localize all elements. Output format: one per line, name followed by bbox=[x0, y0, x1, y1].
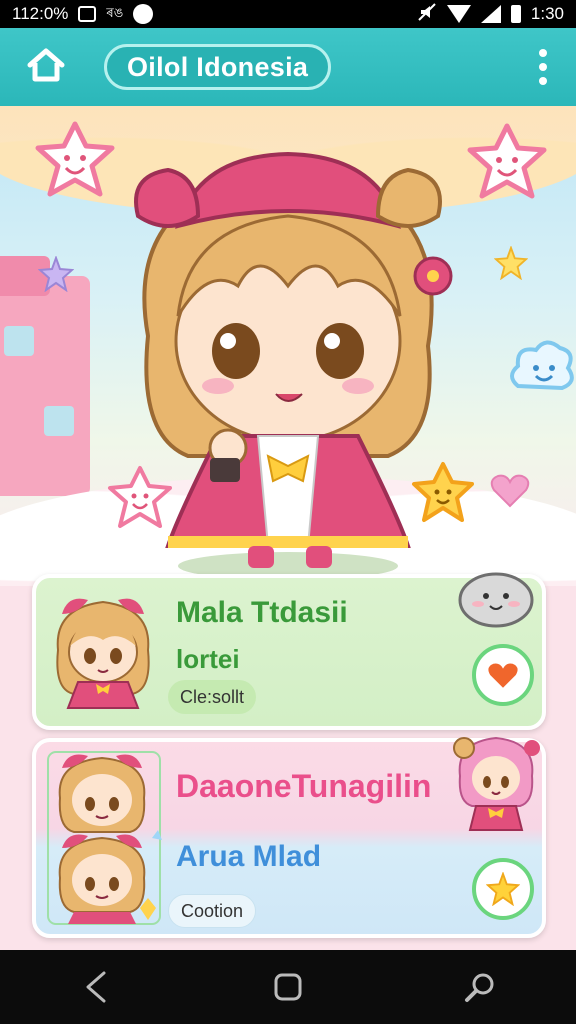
home-button[interactable] bbox=[18, 39, 74, 95]
star-icon bbox=[494, 246, 528, 280]
wifi-icon bbox=[446, 5, 471, 23]
more-vertical-icon-dot-3 bbox=[539, 77, 547, 85]
building-window bbox=[44, 406, 74, 436]
favorite-button[interactable] bbox=[472, 858, 534, 920]
smiling-cloud-icon bbox=[510, 340, 574, 391]
signal-icon bbox=[480, 5, 501, 23]
card-tag[interactable]: Cootion bbox=[168, 894, 257, 928]
chibi-girl-illustration bbox=[134, 151, 453, 576]
status-time-left: 112:0% bbox=[12, 4, 69, 23]
card-tag[interactable]: Cle:sollt bbox=[168, 680, 257, 714]
card-subtitle: lortei bbox=[176, 644, 240, 674]
system-nav-bar bbox=[0, 950, 576, 1024]
search-button[interactable] bbox=[450, 957, 510, 1017]
background-building bbox=[0, 256, 90, 496]
status-right: 1:30 bbox=[417, 2, 564, 27]
profile-card-1[interactable]: Mala Ttdasii lortei Cle:sollt bbox=[32, 572, 546, 730]
battery-icon bbox=[510, 5, 521, 23]
search-icon bbox=[465, 973, 494, 1002]
star-icon bbox=[486, 872, 520, 906]
circle-app-icon bbox=[133, 4, 154, 24]
app-header: Oilol Idonesia bbox=[0, 28, 576, 106]
mute-icon bbox=[417, 2, 437, 27]
status-left: 112:0% ৰঙ bbox=[12, 4, 154, 25]
pink-chibi-avatar bbox=[453, 736, 540, 831]
card-title: DaaoneTunagilin bbox=[176, 768, 432, 804]
smiling-star-icon bbox=[35, 121, 115, 197]
heart-icon bbox=[488, 663, 518, 688]
status-bar: 112:0% ৰঙ 1:30 bbox=[0, 0, 576, 28]
like-button[interactable] bbox=[472, 644, 534, 706]
back-button[interactable] bbox=[66, 957, 126, 1017]
page-title: Oilol Idonesia bbox=[104, 44, 332, 90]
carrier-icon: ৰঙ bbox=[106, 4, 124, 20]
chibi-avatar-stack bbox=[47, 751, 162, 925]
hero-illustration bbox=[0, 106, 576, 586]
card-subtitle: Arua Mlad bbox=[176, 840, 322, 873]
more-options-button[interactable] bbox=[528, 42, 558, 92]
home-icon bbox=[26, 47, 66, 88]
back-icon bbox=[86, 971, 106, 1003]
profile-card-2[interactable]: DaaoneTunagilin Arua Mlad Cootion bbox=[32, 736, 546, 938]
notification-box-icon bbox=[78, 6, 97, 22]
smiling-star-icon bbox=[467, 123, 547, 199]
more-vertical-icon-dot-1 bbox=[539, 49, 547, 57]
more-vertical-icon-dot-2 bbox=[539, 63, 547, 71]
status-time-right: 1:30 bbox=[530, 4, 564, 23]
star-icon bbox=[38, 256, 74, 292]
card-title: Mala Ttdasii bbox=[176, 596, 348, 629]
home-nav-button[interactable] bbox=[258, 957, 318, 1017]
chibi-avatar bbox=[56, 598, 150, 709]
home-square-icon bbox=[274, 973, 302, 1001]
building-window bbox=[4, 326, 34, 356]
heart-icon bbox=[490, 474, 530, 508]
seal-mascot-icon bbox=[458, 572, 534, 628]
